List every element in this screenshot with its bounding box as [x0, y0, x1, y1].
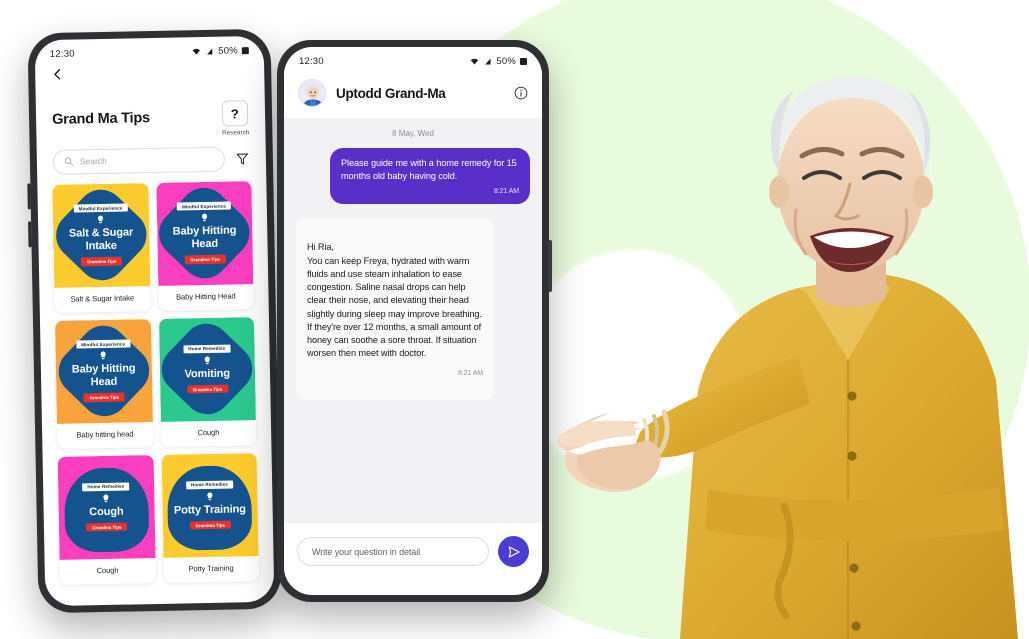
- tip-card-art: Home Remedies Potty Training Grandma Tips: [161, 452, 259, 558]
- tip-card-banner: Mindful Experience: [76, 339, 131, 349]
- tip-card-label: Cough: [96, 565, 119, 575]
- battery-percent: 50%: [218, 45, 238, 57]
- left-phone-screen: 12:30 50% Grand Ma Tips ? Research Searc…: [34, 35, 275, 607]
- tip-card[interactable]: Mindful Experience Baby Hitting Head Grand…: [155, 180, 254, 311]
- message-input[interactable]: Write your question in detail: [297, 537, 489, 566]
- battery-icon: [520, 58, 527, 65]
- tip-card-art-content: Mindful Experience Baby Hitting Head Grand…: [55, 319, 152, 424]
- chat-message-list[interactable]: 8 May, Wed Please guide me with a home r…: [284, 118, 542, 523]
- research-button[interactable]: ? Research: [221, 100, 250, 137]
- tip-card-art: Home Remedies Cough Grandma Tips: [57, 454, 156, 560]
- status-time: 12:30: [299, 56, 324, 67]
- tips-header: Grand Ma Tips ? Research: [35, 82, 265, 140]
- filter-icon[interactable]: [235, 151, 250, 166]
- signal-icon: [485, 58, 491, 65]
- page-title: Grand Ma Tips: [51, 110, 151, 128]
- message-text: Please guide me with a home remedy for 1…: [341, 158, 517, 182]
- message-input-placeholder: Write your question in detail: [312, 546, 420, 557]
- tip-card-banner: Home Remedies: [183, 344, 231, 353]
- info-icon[interactable]: [514, 86, 528, 100]
- tip-card-badge: Grandma Tips: [186, 384, 229, 394]
- wifi-icon: [192, 48, 201, 55]
- message-bubble-incoming: Hi Ria, You can keep Freya, hydrated wit…: [296, 218, 494, 400]
- wifi-icon: [471, 58, 479, 65]
- tip-card-banner: Home Remedies: [185, 480, 233, 489]
- tip-card[interactable]: Home Remedies Vomiting Grandma Tips Cough: [158, 316, 257, 447]
- tip-card[interactable]: Mindful Experience Baby Hitting Head Grand…: [54, 318, 153, 449]
- chat-contact-name: Uptodd Grand-Ma: [336, 85, 446, 101]
- chat-input-bar: Write your question in detail: [284, 523, 542, 583]
- chevron-left-icon[interactable]: [51, 68, 64, 81]
- message-time: 8:21 AM: [494, 188, 519, 196]
- left-phone-mockup: 12:30 50% Grand Ma Tips ? Research Searc…: [27, 28, 282, 614]
- message-text: Hi Ria, You can keep Freya, hydrated wit…: [307, 242, 482, 359]
- status-time: 12:30: [49, 48, 75, 60]
- tip-card-art: Mindful Experience Baby Hitting Head Grand…: [54, 318, 153, 424]
- research-label: Research: [222, 128, 250, 137]
- tip-card-banner: Mindful Experience: [177, 201, 232, 211]
- message-time: 8:21 AM: [458, 369, 483, 377]
- tip-card-banner: Home Remedies: [82, 482, 130, 491]
- research-glyph: ?: [221, 100, 248, 127]
- tip-card-badge: Grandma Tips: [85, 522, 128, 532]
- lightbulb-icon: [98, 215, 104, 224]
- send-button[interactable]: [498, 536, 529, 567]
- tip-card-art-content: Mindful Experience Baby Hitting Head Grand…: [156, 181, 253, 286]
- tip-card-art-title: Baby Hitting Head: [172, 224, 237, 250]
- tip-card-art: Mindful Experience Baby Hitting Head Grand…: [155, 180, 254, 286]
- battery-icon: [241, 47, 249, 55]
- date-divider: 8 May, Wed: [392, 129, 434, 138]
- message-bubble-outgoing: Please guide me with a home remedy for 1…: [330, 148, 530, 205]
- tip-card-art: Mindful Experience Salt & Sugar Intake Gra…: [52, 182, 150, 288]
- lightbulb-icon: [207, 492, 213, 500]
- grandma-illustration: [557, 76, 1018, 639]
- tips-grid: Mindful Experience Salt & Sugar Intake Gra…: [37, 170, 274, 585]
- avatar[interactable]: [298, 79, 326, 107]
- tip-card[interactable]: Home Remedies Potty Training Grandma Tips P…: [161, 452, 260, 583]
- tip-card-art: Home Remedies Vomiting Grandma Tips: [158, 316, 256, 422]
- tip-card-art-content: Mindful Experience Salt & Sugar Intake Gra…: [52, 183, 149, 288]
- battery-percent: 50%: [496, 56, 516, 67]
- search-placeholder: Search: [79, 155, 107, 167]
- tip-card-label: Cough: [197, 427, 220, 437]
- send-icon: [508, 545, 520, 558]
- right-status-bar: 12:30 50%: [284, 47, 542, 69]
- signal-icon: [207, 48, 213, 55]
- search-icon: [64, 157, 74, 166]
- poster-stage: 12:30 50% Grand Ma Tips ? Research Searc…: [0, 0, 1029, 639]
- tip-card-badge: Grandma Tips: [189, 520, 231, 530]
- right-phone-screen: 12:30 50% Uptodd Grand-Ma 8 May, Wed Ple…: [284, 47, 542, 595]
- tip-card-badge: Grandma Tips: [184, 254, 226, 265]
- search-input[interactable]: Search: [52, 146, 226, 175]
- right-phone-mockup: 12:30 50% Uptodd Grand-Ma 8 May, Wed Ple…: [277, 40, 552, 602]
- tip-card-art-title: Potty Training: [173, 502, 246, 517]
- tip-card-badge: Grandma Tips: [80, 256, 123, 267]
- tip-card-art-title: Baby Hitting Head: [71, 362, 136, 388]
- lightbulb-icon: [201, 213, 207, 222]
- chat-header: Uptodd Grand-Ma: [284, 69, 542, 118]
- grandma-photo: [548, 60, 1029, 639]
- lightbulb-icon: [103, 494, 109, 502]
- tip-card-label: Potty Training: [188, 563, 234, 573]
- tip-card-art-title: Cough: [89, 505, 124, 518]
- tip-card-art-title: Vomiting: [184, 367, 231, 380]
- tip-card-banner: Mindful Experience: [73, 203, 128, 213]
- tip-card-label: Baby Hitting Head: [175, 290, 236, 302]
- lightbulb-icon: [100, 351, 106, 360]
- tip-card[interactable]: Mindful Experience Salt & Sugar Intake Gra…: [52, 182, 151, 313]
- tip-card-badge: Grandma Tips: [83, 392, 126, 402]
- tip-card-art-content: Home Remedies Cough Grandma Tips: [58, 455, 155, 560]
- search-row: Search: [36, 135, 266, 175]
- tip-card[interactable]: Home Remedies Cough Grandma Tips Cough: [57, 454, 156, 585]
- tip-card-art-content: Home Remedies Vomiting Grandma Tips: [158, 317, 255, 422]
- grandma-avatar-icon: [299, 80, 325, 106]
- lightbulb-icon: [204, 356, 210, 364]
- tip-card-label: Salt & Sugar Intake: [70, 292, 135, 304]
- tip-card-art-content: Home Remedies Potty Training Grandma Tips: [161, 453, 258, 558]
- volume-down-button[interactable]: [28, 221, 32, 248]
- tip-card-label: Baby hitting head: [76, 428, 134, 440]
- tip-card-art-title: Salt & Sugar Intake: [68, 226, 134, 253]
- volume-up-button[interactable]: [27, 183, 31, 210]
